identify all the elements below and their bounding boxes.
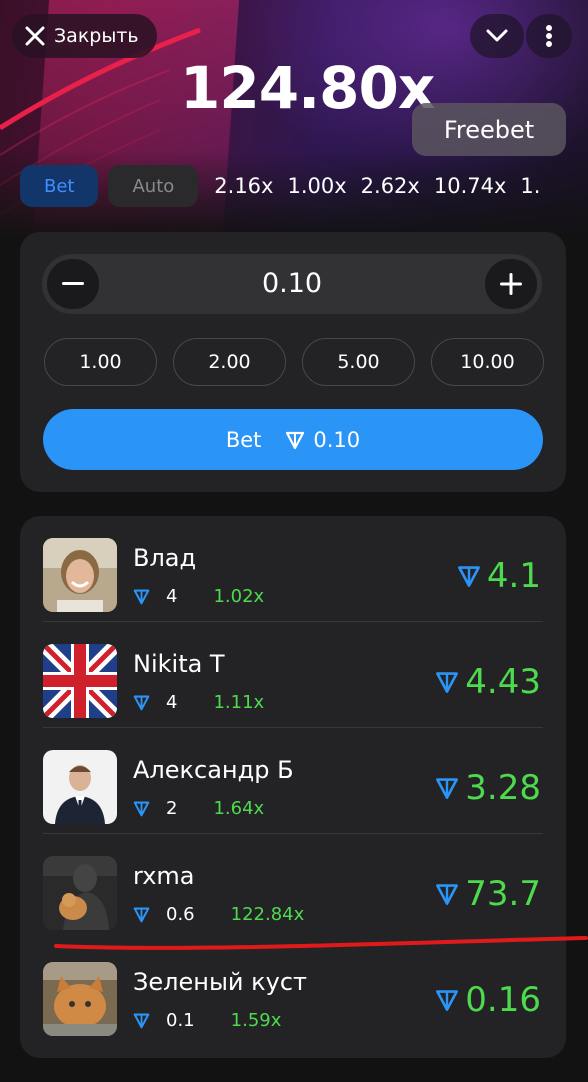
player-multiplier: 122.84x (230, 904, 305, 925)
plus-icon (500, 273, 522, 295)
player-win: 4.43 (435, 662, 541, 702)
current-multiplier: 124.80x (180, 54, 435, 122)
avatar (43, 962, 117, 1036)
ton-icon (435, 670, 459, 694)
player-win-amount: 73.7 (465, 874, 541, 914)
ton-icon (435, 776, 459, 800)
player-win-amount: 3.28 (465, 768, 541, 808)
menu-button[interactable] (526, 14, 572, 58)
mode-tabs-row: Bet Auto 2.16x 1.00x 2.62x 10.74x 1. (20, 164, 588, 208)
tab-auto[interactable]: Auto (108, 165, 199, 207)
annotation-underline (54, 936, 588, 950)
ton-icon (133, 800, 150, 817)
history-item: 2.62x (360, 174, 420, 198)
players-list: Влад 4 1.02x 4.1 Nikita T 4 1.11x 4.43 А… (20, 516, 566, 1058)
ton-icon (285, 430, 305, 450)
player-bet-amount: 0.6 (166, 904, 195, 925)
player-name: Влад (133, 544, 197, 572)
player-bet: 4 1.11x (133, 692, 264, 713)
player-name: rxma (133, 862, 195, 890)
list-item: rxma 0.6 122.84x 73.7 (43, 834, 543, 940)
multiplier-history: 2.16x 1.00x 2.62x 10.74x 1. (214, 174, 540, 198)
close-label: Закрыть (54, 25, 139, 47)
player-multiplier: 1.59x (230, 1010, 282, 1031)
player-win: 4.1 (457, 556, 541, 596)
player-bet: 2 1.64x (133, 798, 264, 819)
player-bet: 4 1.02x (133, 586, 264, 607)
ton-icon (133, 694, 150, 711)
decrease-button[interactable] (47, 259, 99, 309)
ton-icon (435, 882, 459, 906)
quick-amount-chips: 1.00 2.00 5.00 10.00 (44, 338, 544, 386)
player-multiplier: 1.11x (213, 692, 265, 713)
list-item: Nikita T 4 1.11x 4.43 (43, 622, 543, 728)
list-item: Влад 4 1.02x 4.1 (43, 516, 543, 622)
chevron-down-icon (485, 28, 509, 44)
avatar (43, 644, 117, 718)
player-win: 73.7 (435, 874, 541, 914)
ton-icon (435, 988, 459, 1012)
history-item: 1.00x (287, 174, 347, 198)
close-icon (24, 25, 46, 47)
minus-icon (62, 282, 84, 286)
ton-icon (133, 588, 150, 605)
bet-button-value: 0.10 (313, 427, 361, 452)
ton-icon (133, 906, 150, 923)
player-bet: 0.6 122.84x (133, 904, 304, 925)
tab-bet[interactable]: Bet (20, 165, 99, 207)
ton-icon (457, 564, 481, 588)
player-win-amount: 4.1 (486, 556, 541, 596)
player-win: 3.28 (435, 768, 541, 808)
collapse-button[interactable] (470, 14, 524, 58)
close-button[interactable]: Закрыть (12, 14, 157, 58)
bet-panel: 0.10 1.00 2.00 5.00 10.00 Bet 0.10 (20, 232, 566, 492)
player-bet-amount: 0.1 (166, 1010, 195, 1031)
avatar (43, 856, 117, 930)
player-name: Nikita T (133, 650, 225, 678)
avatar (43, 538, 117, 612)
freebet-button[interactable]: Freebet (412, 103, 566, 156)
chip-2[interactable]: 2.00 (173, 338, 286, 386)
chip-10[interactable]: 10.00 (431, 338, 544, 386)
player-name: Александр Б (133, 756, 294, 784)
history-item: 2.16x (214, 174, 274, 198)
avatar (43, 750, 117, 824)
chip-1[interactable]: 1.00 (44, 338, 157, 386)
list-item: Александр Б 2 1.64x 3.28 (43, 728, 543, 834)
more-vertical-icon (545, 24, 553, 48)
chip-5[interactable]: 5.00 (302, 338, 415, 386)
player-bet-amount: 4 (166, 586, 178, 607)
amount-value[interactable]: 0.10 (42, 254, 542, 314)
player-name: Зеленый куст (133, 968, 307, 996)
player-bet: 0.1 1.59x (133, 1010, 281, 1031)
player-win-amount: 0.16 (465, 980, 541, 1020)
amount-stepper: 0.10 (42, 254, 542, 314)
place-bet-button[interactable]: Bet 0.10 (43, 409, 543, 470)
player-multiplier: 1.02x (213, 586, 265, 607)
bet-button-label: Bet (225, 427, 262, 452)
player-bet-amount: 2 (166, 798, 178, 819)
player-win: 0.16 (435, 980, 541, 1020)
increase-button[interactable] (485, 259, 537, 309)
ton-icon (133, 1012, 150, 1029)
player-bet-amount: 4 (166, 692, 178, 713)
history-item: 10.74x (433, 174, 507, 198)
player-win-amount: 4.43 (465, 662, 541, 702)
bet-button-amount: 0.10 (285, 428, 360, 452)
player-multiplier: 1.64x (213, 798, 265, 819)
history-item: 1. (520, 174, 541, 198)
